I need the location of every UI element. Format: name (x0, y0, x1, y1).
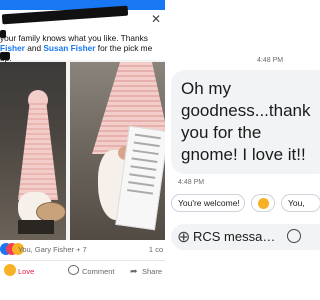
tagged-person-link[interactable]: Fisher (0, 43, 25, 53)
post-header: ✕ your family knows what you like. Thank… (0, 0, 165, 73)
suggested-emoji-chip[interactable] (251, 194, 275, 212)
post-actions: Love Comment ➦ Share (0, 260, 165, 300)
timestamp: 4:48 PM (257, 57, 284, 64)
tagged-person-link[interactable]: Susan Fisher (43, 43, 95, 53)
comment-count[interactable]: 1 co (149, 245, 163, 254)
emoji-icon[interactable] (287, 229, 301, 243)
suggested-replies: You're welcome! You, (171, 194, 320, 214)
message-text: Oh my goodness...thank you for the gnome… (181, 79, 311, 164)
post-photos (0, 62, 165, 240)
comment-icon (68, 265, 79, 275)
facebook-post: ✕ your family knows what you like. Thank… (0, 0, 165, 300)
gnome-photo[interactable] (0, 62, 66, 240)
message-timestamp: 4:48 PM (178, 179, 205, 186)
suggested-reply-chip[interactable]: You, (281, 194, 320, 212)
stand (18, 220, 54, 234)
close-icon[interactable]: ✕ (151, 12, 161, 26)
reaction-summary[interactable]: You, Gary Fisher + 7 (18, 245, 87, 254)
post-meta: You, Gary Fisher + 7 1 co (0, 240, 165, 260)
gnome-photo[interactable] (70, 62, 165, 240)
suggested-reply-chip[interactable]: You're welcome! (171, 194, 245, 212)
message-thread: 4:48 PM Oh my goodness...thank you for t… (165, 0, 320, 300)
love-button[interactable]: Love (4, 264, 34, 276)
love-emoji-icon (4, 264, 16, 276)
add-icon[interactable]: ⊕ (177, 227, 190, 247)
knit-hat (18, 100, 58, 200)
share-icon: ➦ (130, 266, 138, 276)
smile-icon (258, 198, 269, 209)
message-input[interactable]: RCS messa… (193, 229, 275, 244)
compose-bar[interactable]: ⊕ RCS messa… (171, 224, 320, 250)
received-message-bubble[interactable]: Oh my goodness...thank you for the gnome… (171, 70, 320, 174)
comment-button[interactable]: Comment (68, 265, 115, 276)
wood-tag (36, 202, 66, 222)
share-button[interactable]: ➦ Share (130, 266, 162, 276)
